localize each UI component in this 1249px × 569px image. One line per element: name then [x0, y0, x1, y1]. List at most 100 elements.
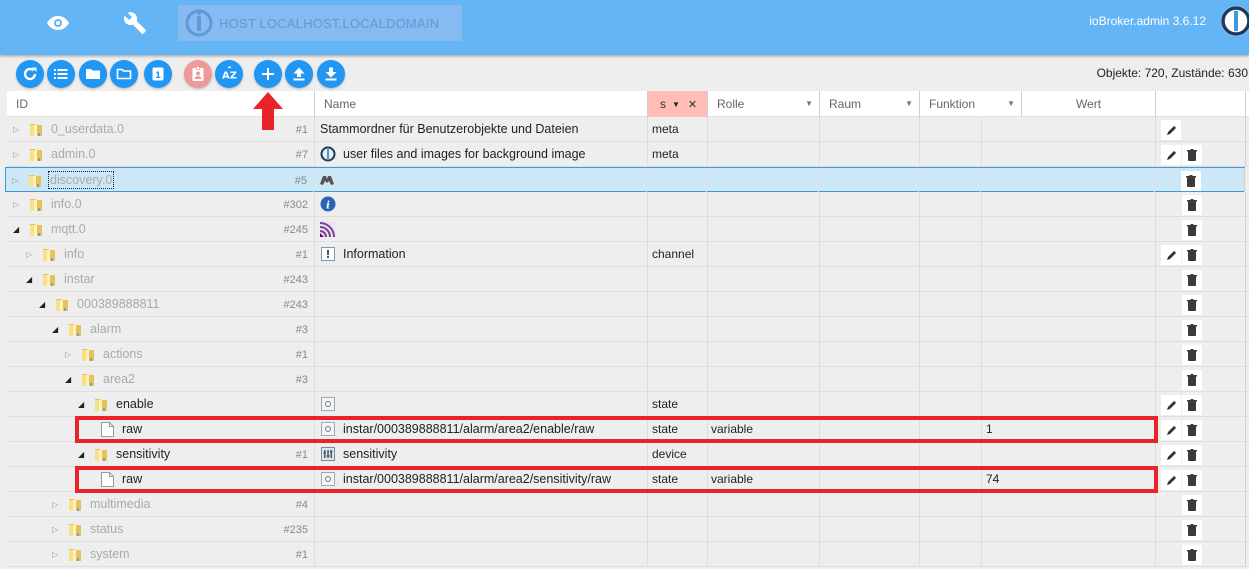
expand-toggle-icon[interactable]: ▷	[13, 200, 19, 209]
value-cell[interactable]: 74	[982, 467, 1156, 491]
table-row[interactable]: ▷ 0_userdata.0 #1 Stammordner für Benutzero…	[7, 117, 1249, 142]
value-cell[interactable]	[982, 192, 1156, 216]
value-cell[interactable]	[982, 217, 1156, 241]
expand-toggle-icon[interactable]: ▷	[52, 500, 58, 509]
delete-button[interactable]	[1182, 320, 1202, 340]
id-cell[interactable]: ▷ actions #1	[7, 342, 315, 366]
eye-icon[interactable]	[40, 10, 76, 36]
clear-filter-icon[interactable]: ✕	[688, 98, 697, 111]
table-row[interactable]: ◢ sensitivity #1 sensitivity device	[7, 442, 1249, 467]
id-cell[interactable]: ◢ sensitivity #1	[7, 442, 315, 466]
upload-button[interactable]	[285, 60, 313, 88]
table-row[interactable]: ▷ multimedia #4	[7, 492, 1249, 517]
value-cell[interactable]	[982, 292, 1156, 316]
value-cell[interactable]	[982, 367, 1156, 391]
collapse-all-button[interactable]	[79, 60, 107, 88]
collapse-toggle-icon[interactable]: ◢	[78, 450, 84, 459]
id-cell[interactable]: ▷ multimedia #4	[7, 492, 315, 516]
table-row[interactable]: ◢ enable state	[7, 392, 1249, 417]
role-filter[interactable]: Rolle ▼	[708, 91, 820, 117]
table-row[interactable]: ◢ instar #243	[7, 267, 1249, 292]
refresh-button[interactable]	[16, 60, 44, 88]
delete-button[interactable]	[1182, 270, 1202, 290]
edit-button[interactable]	[1161, 395, 1181, 415]
delete-button[interactable]	[1182, 420, 1202, 440]
value-cell[interactable]	[982, 117, 1156, 141]
column-header-value[interactable]: Wert	[1022, 91, 1156, 117]
id-cell[interactable]: raw	[7, 417, 315, 441]
edit-button[interactable]	[1161, 470, 1181, 490]
delete-button[interactable]	[1182, 295, 1202, 315]
value-cell[interactable]	[982, 342, 1156, 366]
delete-button[interactable]	[1182, 370, 1202, 390]
download-button[interactable]	[317, 60, 345, 88]
expand-toggle-icon[interactable]: ▷	[52, 525, 58, 534]
edit-button[interactable]	[1161, 120, 1181, 140]
table-row[interactable]: ▷ status #235	[7, 517, 1249, 542]
table-row[interactable]: ▷ actions #1	[7, 342, 1249, 367]
type-filter[interactable]: s ▼ ✕	[648, 91, 708, 117]
id-cell[interactable]: ◢ mqtt.0 #245	[7, 217, 315, 241]
value-cell[interactable]	[982, 267, 1156, 291]
id-cell[interactable]: ◢ 000389888811 #243	[7, 292, 315, 316]
id-cell[interactable]: ◢ area2 #3	[7, 367, 315, 391]
delete-button[interactable]	[1182, 470, 1202, 490]
id-cell[interactable]: raw	[7, 467, 315, 491]
table-row[interactable]: ◢ area2 #3	[7, 367, 1249, 392]
edit-button[interactable]	[1161, 245, 1181, 265]
collapse-toggle-icon[interactable]: ◢	[13, 225, 19, 234]
value-cell[interactable]	[981, 168, 1155, 192]
column-header-name[interactable]: Name	[315, 91, 648, 117]
delete-button[interactable]	[1182, 195, 1202, 215]
edit-button[interactable]	[1161, 145, 1181, 165]
collapse-toggle-icon[interactable]: ◢	[52, 325, 58, 334]
delete-button[interactable]	[1182, 395, 1202, 415]
id-cell[interactable]: ▷ admin.0 #7	[7, 142, 315, 166]
list-view-button[interactable]	[47, 60, 75, 88]
delete-button[interactable]	[1182, 495, 1202, 515]
value-cell[interactable]	[982, 317, 1156, 341]
table-row[interactable]: ▷ admin.0 #7 user files and images for back…	[7, 142, 1249, 167]
table-row[interactable]: ▷ info #1 Information channel	[7, 242, 1249, 267]
host-selector[interactable]: HOST LOCALHOST.LOCALDOMAIN	[178, 5, 462, 41]
edit-button[interactable]	[1161, 445, 1181, 465]
table-row[interactable]: raw instar/000389888811/alarm/area2/sensi…	[7, 467, 1249, 492]
value-cell[interactable]	[982, 542, 1156, 566]
table-row[interactable]: ▷ system #1	[7, 542, 1249, 567]
table-row[interactable]: ◢ alarm #3	[7, 317, 1249, 342]
id-cell[interactable]: ◢ enable	[7, 392, 315, 416]
show-system-button[interactable]	[184, 60, 212, 88]
expand-toggle-icon[interactable]: ▷	[26, 250, 32, 259]
delete-button[interactable]	[1182, 245, 1202, 265]
level-button[interactable]: 1	[144, 60, 172, 88]
sort-az-button[interactable]: AZ	[215, 60, 243, 88]
delete-button[interactable]	[1182, 545, 1202, 565]
delete-button[interactable]	[1181, 171, 1201, 191]
room-filter[interactable]: Raum ▼	[820, 91, 920, 117]
function-filter[interactable]: Funktion ▼	[920, 91, 1022, 117]
expand-toggle-icon[interactable]: ▷	[13, 150, 19, 159]
collapse-toggle-icon[interactable]: ◢	[26, 275, 32, 284]
expand-toggle-icon[interactable]: ▷	[65, 350, 71, 359]
id-cell[interactable]: ▷ system #1	[7, 542, 315, 566]
delete-button[interactable]	[1182, 345, 1202, 365]
collapse-toggle-icon[interactable]: ◢	[65, 375, 71, 384]
value-cell[interactable]: 1	[982, 417, 1156, 441]
value-cell[interactable]	[982, 142, 1156, 166]
expand-toggle-icon[interactable]: ▷	[13, 125, 19, 134]
value-cell[interactable]	[982, 492, 1156, 516]
table-row[interactable]: raw instar/000389888811/alarm/area2/enabl…	[7, 417, 1249, 442]
expand-toggle-icon[interactable]: ▷	[12, 176, 18, 185]
id-cell[interactable]: ▷ info #1	[7, 242, 315, 266]
id-cell[interactable]: ◢ instar #243	[7, 267, 315, 291]
value-cell[interactable]	[982, 242, 1156, 266]
collapse-toggle-icon[interactable]: ◢	[78, 400, 84, 409]
delete-button[interactable]	[1182, 220, 1202, 240]
table-row[interactable]: ▷ info.0 #302 i	[7, 192, 1249, 217]
delete-button[interactable]	[1182, 445, 1202, 465]
id-cell[interactable]: ◢ alarm #3	[7, 317, 315, 341]
table-row[interactable]: ◢ mqtt.0 #245	[7, 217, 1249, 242]
value-cell[interactable]	[982, 442, 1156, 466]
expand-all-button[interactable]	[110, 60, 138, 88]
value-cell[interactable]	[982, 392, 1156, 416]
